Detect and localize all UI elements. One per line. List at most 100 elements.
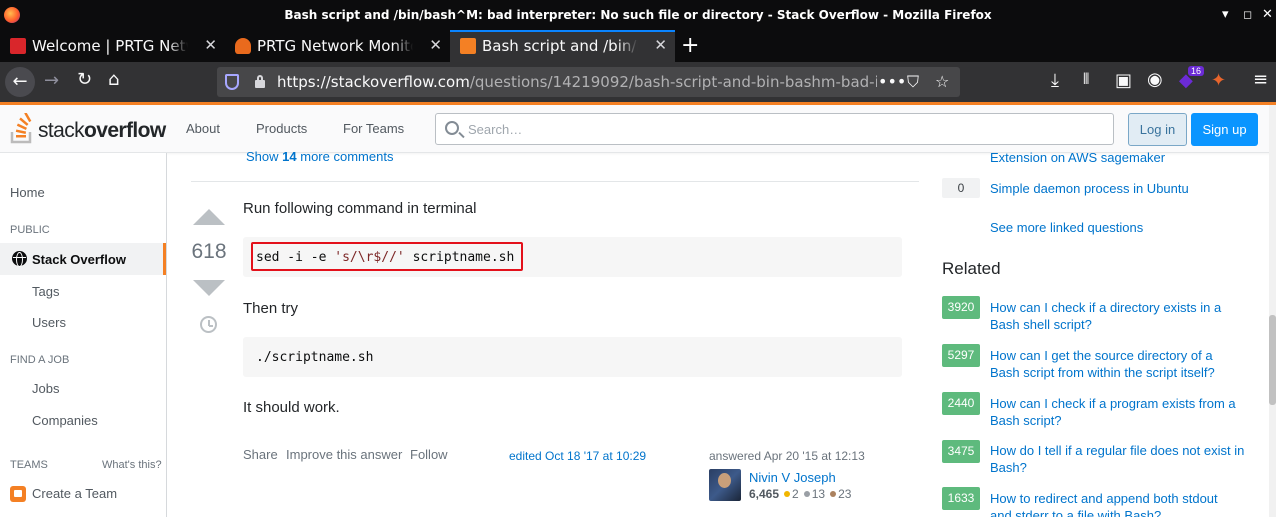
tab-prtg-monitor[interactable]: PRTG Network Monitor ( ✕ xyxy=(225,30,450,62)
new-tab-icon[interactable]: + xyxy=(681,33,699,58)
related-question-link[interactable]: How can I check if a directory exists in… xyxy=(990,299,1250,333)
sidebar-item-tags[interactable]: Tags xyxy=(32,284,59,299)
bronze-badge-icon xyxy=(830,491,837,498)
sidebar-item-home[interactable]: Home xyxy=(10,185,45,200)
reload-icon[interactable]: ↻ xyxy=(77,69,92,90)
related-question-link[interactable]: How to redirect and append both stdout a… xyxy=(990,490,1240,517)
hamburger-menu-icon[interactable]: ≡ xyxy=(1253,69,1268,90)
tab-strip: Welcome | PRTG Network Monitor ( ✕ PRTG … xyxy=(0,30,1276,62)
vote-count: 618 xyxy=(191,240,227,263)
tab-label: Bash script and /bin/bash^M xyxy=(482,37,638,55)
back-arrow-icon[interactable]: ← xyxy=(5,67,35,97)
navigation-toolbar: ← → ↻ ⌂ https://stackoverflow.com/questi… xyxy=(0,62,1276,102)
tab-close-icon[interactable]: ✕ xyxy=(429,36,442,54)
linked-question-link[interactable]: Simple daemon process in Ubuntu xyxy=(990,180,1189,197)
related-score-badge: 1633 xyxy=(942,487,980,510)
avatar[interactable] xyxy=(709,469,741,501)
edited-timestamp[interactable]: edited Oct 18 '17 at 10:29 xyxy=(509,449,646,463)
history-icon[interactable] xyxy=(200,316,217,333)
library-icon[interactable]: ⫴ xyxy=(1083,70,1089,88)
search-icon xyxy=(445,121,459,135)
improve-answer-link[interactable]: Improve this answer xyxy=(286,447,402,462)
answer-text-2: Then try xyxy=(243,300,299,317)
page-scrollbar[interactable] xyxy=(1269,105,1276,517)
url-text[interactable]: https://stackoverflow.com/questions/1421… xyxy=(277,73,877,91)
stackoverflow-favicon-icon xyxy=(460,38,476,54)
code-run-script: ./scriptname.sh xyxy=(256,350,374,365)
tab-label: Welcome | PRTG Network Monitor ( xyxy=(32,37,188,55)
linked-score-badge: 0 xyxy=(942,178,980,198)
logo-wordmark: stackoverflow xyxy=(38,119,166,142)
nav-for-teams[interactable]: For Teams xyxy=(343,121,404,136)
login-button[interactable]: Log in xyxy=(1128,113,1187,146)
related-question-link[interactable]: How do I tell if a regular file does not… xyxy=(990,442,1245,476)
related-question-link[interactable]: How can I get the source directory of a … xyxy=(990,347,1230,381)
sidebar-item-companies[interactable]: Companies xyxy=(32,413,98,428)
gold-badge-icon xyxy=(784,491,791,498)
answer-divider xyxy=(191,181,919,182)
related-score-badge: 5297 xyxy=(942,344,980,367)
window-title: Bash script and /bin/bash^M: bad interpr… xyxy=(284,8,992,22)
left-sidebar: Home PUBLIC Stack Overflow Tags Users FI… xyxy=(0,153,167,517)
show-more-comments-link[interactable]: Show 14 more comments xyxy=(246,149,393,164)
maximize-icon[interactable]: ◻ xyxy=(1243,8,1252,21)
page-actions-icon[interactable]: ••• xyxy=(878,72,906,91)
sidebar-item-jobs[interactable]: Jobs xyxy=(32,381,59,396)
related-score-badge: 3920 xyxy=(942,296,980,319)
site-header: stackoverflow About Products For Teams S… xyxy=(0,105,1276,153)
sidebar-heading-jobs: FIND A JOB xyxy=(10,354,70,366)
sidebar-item-label[interactable]: Stack Overflow xyxy=(32,252,126,267)
minimize-icon[interactable]: ▾ xyxy=(1222,7,1229,22)
answer-text-3: It should work. xyxy=(243,399,340,416)
share-link[interactable]: Share xyxy=(243,447,278,462)
prtg-favicon-icon xyxy=(235,38,251,54)
window-titlebar: Bash script and /bin/bash^M: bad interpr… xyxy=(0,0,1276,30)
answer-text-1: Run following command in terminal xyxy=(243,200,477,217)
foxyproxy-icon[interactable]: ✦ xyxy=(1211,70,1226,91)
answered-timestamp: answered Apr 20 '15 at 12:13 xyxy=(709,449,865,463)
team-icon xyxy=(10,486,26,502)
sidebar-item-users[interactable]: Users xyxy=(32,315,66,330)
related-score-badge: 2440 xyxy=(942,392,980,415)
tab-close-icon[interactable]: ✕ xyxy=(654,36,667,54)
see-more-linked-link[interactable]: See more linked questions xyxy=(990,219,1143,236)
stackoverflow-logo[interactable]: stackoverflow xyxy=(10,113,170,145)
forward-arrow-icon[interactable]: → xyxy=(44,70,59,91)
silver-badge-icon xyxy=(803,491,810,498)
user-name-link[interactable]: Nivin V Joseph xyxy=(749,470,836,485)
sidebar-toggle-icon[interactable]: ▣ xyxy=(1115,70,1132,91)
related-score-badge: 3475 xyxy=(942,440,980,463)
close-window-icon[interactable]: ✕ xyxy=(1262,7,1273,22)
downvote-arrow-icon[interactable] xyxy=(193,280,225,296)
linked-question-link[interactable]: Extension on AWS sagemaker xyxy=(990,149,1165,166)
tab-stackoverflow[interactable]: Bash script and /bin/bash^M ✕ xyxy=(450,30,675,62)
user-reputation: 6,465 2 13 23 xyxy=(749,487,852,501)
tab-label: PRTG Network Monitor ( xyxy=(257,37,413,55)
address-bar[interactable]: https://stackoverflow.com/questions/1421… xyxy=(217,67,960,97)
related-question-link[interactable]: How can I check if a program exists from… xyxy=(990,395,1250,429)
tab-prtg-welcome[interactable]: Welcome | PRTG Network Monitor ( ✕ xyxy=(0,30,225,62)
downloads-icon[interactable]: ⤓ xyxy=(1051,70,1059,91)
follow-link[interactable]: Follow xyxy=(410,447,448,462)
home-icon[interactable]: ⌂ xyxy=(108,69,119,90)
tab-close-icon[interactable]: ✕ xyxy=(204,36,217,54)
sidebar-heading-teams: TEAMS xyxy=(10,459,48,471)
create-team-link[interactable]: Create a Team xyxy=(32,486,117,501)
signup-button[interactable]: Sign up xyxy=(1191,113,1258,146)
nav-about[interactable]: About xyxy=(186,121,220,136)
extension-badge: 16 xyxy=(1188,66,1205,76)
nav-products[interactable]: Products xyxy=(256,121,307,136)
bookmark-star-icon[interactable]: ☆ xyxy=(935,72,949,91)
search-placeholder: Search… xyxy=(468,122,523,137)
account-icon[interactable]: ◉ xyxy=(1147,69,1163,90)
tracking-protection-shield-icon[interactable] xyxy=(225,74,239,90)
prtg-favicon-icon xyxy=(10,38,26,54)
search-input[interactable]: Search… xyxy=(435,113,1114,145)
pocket-icon[interactable]: ⛉ xyxy=(907,72,919,92)
related-heading: Related xyxy=(942,259,1001,278)
upvote-arrow-icon[interactable] xyxy=(193,209,225,225)
lock-icon[interactable] xyxy=(255,75,265,88)
scrollbar-thumb[interactable] xyxy=(1269,315,1276,405)
whats-this-link[interactable]: What's this? xyxy=(102,459,162,471)
highlight-box xyxy=(251,242,523,271)
